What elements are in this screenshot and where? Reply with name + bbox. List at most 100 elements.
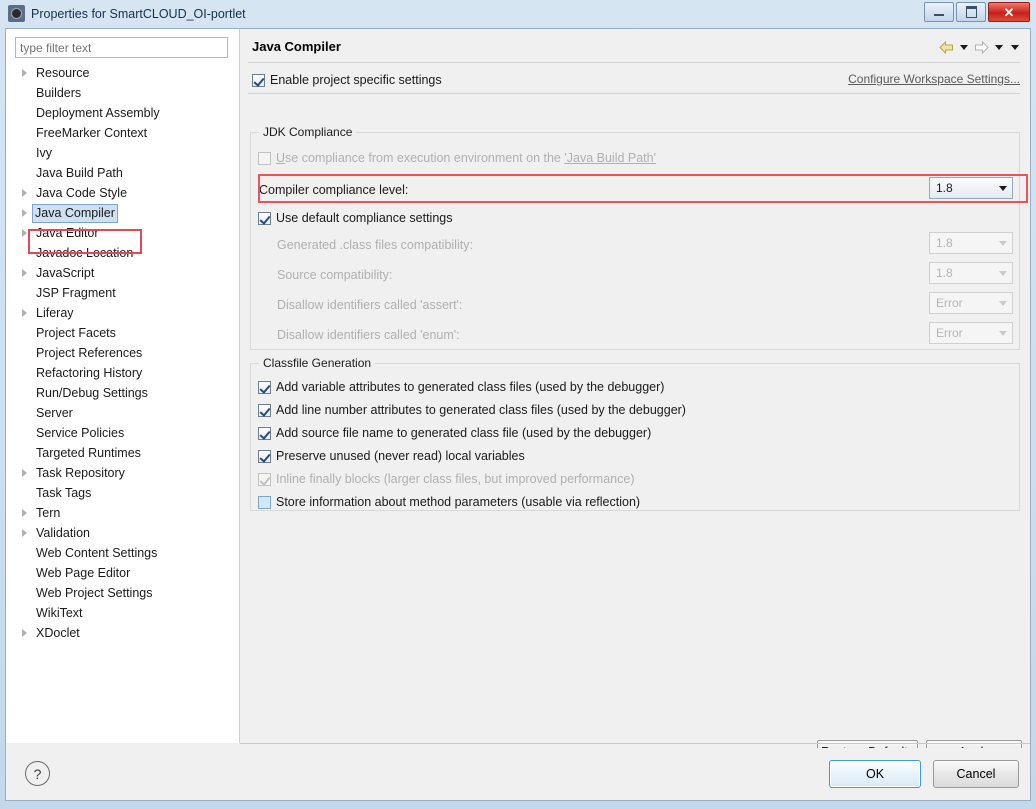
inline-finally-blocks-checkbox[interactable]	[258, 472, 271, 486]
java-build-path-link[interactable]: 'Java Build Path'	[564, 151, 656, 165]
add-source-file-name-row[interactable]: Add source file name to generated class …	[258, 424, 651, 442]
disallow-enum-combobox[interactable]: Error	[929, 322, 1013, 344]
sidebar-item-ivy[interactable]: Ivy	[6, 143, 239, 163]
sidebar-item-task-repository[interactable]: Task Repository	[6, 463, 239, 483]
chevron-right-icon[interactable]	[22, 209, 27, 217]
generated-class-files-compatibility-combobox[interactable]: 1.8	[929, 232, 1013, 254]
sidebar-item-label: Server	[36, 406, 73, 420]
use-default-compliance-settings-label: Use default compliance settings	[276, 211, 453, 225]
sidebar-item-freemarker-context[interactable]: FreeMarker Context	[6, 123, 239, 143]
disallow-assert-combobox[interactable]: Error	[929, 292, 1013, 314]
sidebar-item-label: Task Repository	[36, 466, 125, 480]
chevron-right-icon[interactable]	[22, 229, 27, 237]
source-compatibility-value: 1.8	[936, 266, 953, 280]
sidebar-item-xdoclet[interactable]: XDoclet	[6, 623, 239, 643]
sidebar-item-label: Project Facets	[36, 326, 116, 340]
chevron-right-icon[interactable]	[22, 469, 27, 477]
add-variable-attributes-checkbox[interactable]	[258, 380, 271, 394]
preserve-unused-locals-checkbox[interactable]	[258, 449, 271, 463]
page-menu-caret-down-icon[interactable]	[1011, 44, 1019, 50]
chevron-right-icon[interactable]	[22, 529, 27, 537]
sidebar-item-java-compiler[interactable]: Java Compiler	[6, 203, 239, 224]
sidebar-item-resource[interactable]: Resource	[6, 63, 239, 83]
settings-tree-panel: Resource Builders Deployment Assembly FreeM…	[6, 29, 240, 743]
sidebar-item-label: Liferay	[36, 306, 74, 320]
sidebar-item-label: Web Content Settings	[36, 546, 158, 560]
preserve-unused-locals-label: Preserve unused (never read) local varia…	[276, 449, 525, 463]
sidebar-item-run-debug-settings[interactable]: Run/Debug Settings	[6, 383, 239, 403]
sidebar-item-refactoring-history[interactable]: Refactoring History	[6, 363, 239, 383]
sidebar-item-java-build-path[interactable]: Java Build Path	[6, 163, 239, 183]
sidebar-item-javadoc-location[interactable]: Javadoc Location	[6, 243, 239, 263]
chevron-right-icon[interactable]	[22, 269, 27, 277]
add-line-number-attributes-row[interactable]: Add line number attributes to generated …	[258, 401, 686, 419]
chevron-right-icon[interactable]	[22, 189, 27, 197]
forward-arrow-icon[interactable]	[973, 40, 990, 55]
use-execution-environment-label-text: se compliance from execution environment…	[285, 151, 565, 165]
close-button[interactable]: ✕	[988, 2, 1030, 22]
add-variable-attributes-row[interactable]: Add variable attributes to generated cla…	[258, 378, 664, 396]
back-dropdown-caret-down-icon[interactable]	[960, 44, 968, 50]
add-source-file-name-label: Add source file name to generated class …	[276, 426, 652, 440]
sidebar-item-targeted-runtimes[interactable]: Targeted Runtimes	[6, 443, 239, 463]
use-execution-environment-checkbox[interactable]	[258, 151, 271, 165]
forward-dropdown-caret-down-icon[interactable]	[995, 44, 1003, 50]
minimize-button[interactable]	[924, 2, 954, 22]
sidebar-item-javascript[interactable]: JavaScript	[6, 263, 239, 283]
store-method-parameters-row[interactable]: Store information about method parameter…	[258, 493, 640, 511]
sidebar-item-wikitext[interactable]: WikiText	[6, 603, 239, 623]
inline-finally-blocks-row[interactable]: Inline finally blocks (larger class file…	[258, 470, 634, 488]
generated-class-files-compatibility-value: 1.8	[936, 236, 953, 250]
sidebar-item-label: Deployment Assembly	[36, 106, 160, 120]
sidebar-item-label: Targeted Runtimes	[36, 446, 141, 460]
chevron-right-icon[interactable]	[22, 629, 27, 637]
sidebar-item-jsp-fragment[interactable]: JSP Fragment	[6, 283, 239, 303]
chevron-right-icon[interactable]	[22, 509, 27, 517]
maximize-button[interactable]	[956, 2, 986, 22]
use-default-compliance-settings-row[interactable]: Use default compliance settings	[258, 209, 452, 227]
title-bar: Properties for SmartCLOUD_OI-portlet ✕	[0, 0, 1036, 28]
enable-row-divider	[248, 93, 1020, 94]
inline-finally-blocks-label: Inline finally blocks (larger class file…	[276, 472, 635, 486]
sidebar-item-project-references[interactable]: Project References	[6, 343, 239, 363]
sidebar-item-java-code-style[interactable]: Java Code Style	[6, 183, 239, 203]
sidebar-item-project-facets[interactable]: Project Facets	[6, 323, 239, 343]
sidebar-item-label: JavaScript	[36, 266, 95, 280]
properties-dialog-icon	[8, 5, 25, 22]
filter-input[interactable]	[15, 37, 228, 58]
sidebar-item-tern[interactable]: Tern	[6, 503, 239, 523]
use-default-compliance-settings-checkbox[interactable]	[258, 211, 271, 225]
add-source-file-name-checkbox[interactable]	[258, 426, 271, 440]
sidebar-item-label: Task Tags	[36, 486, 92, 500]
compiler-compliance-level-value: 1.8	[936, 181, 953, 195]
help-icon[interactable]: ?	[25, 761, 50, 786]
cancel-button[interactable]: Cancel	[933, 760, 1019, 788]
source-compatibility-combobox[interactable]: 1.8	[929, 262, 1013, 284]
sidebar-item-task-tags[interactable]: Task Tags	[6, 483, 239, 503]
sidebar-item-web-project-settings[interactable]: Web Project Settings	[6, 583, 239, 603]
compiler-compliance-level-label: Compiler compliance level:	[259, 183, 409, 197]
sidebar-item-builders[interactable]: Builders	[6, 83, 239, 103]
sidebar-item-validation[interactable]: Validation	[6, 523, 239, 543]
compiler-compliance-level-combobox[interactable]: 1.8	[929, 177, 1013, 199]
add-line-number-attributes-checkbox[interactable]	[258, 403, 271, 417]
enable-project-specific-settings-checkbox[interactable]	[252, 73, 265, 87]
sidebar-item-service-policies[interactable]: Service Policies	[6, 423, 239, 443]
store-method-parameters-checkbox[interactable]	[258, 495, 271, 509]
chevron-right-icon[interactable]	[22, 69, 27, 77]
chevron-down-icon	[994, 233, 1012, 253]
sidebar-item-server[interactable]: Server	[6, 403, 239, 423]
sidebar-item-web-page-editor[interactable]: Web Page Editor	[6, 563, 239, 583]
preserve-unused-locals-row[interactable]: Preserve unused (never read) local varia…	[258, 447, 525, 465]
sidebar-item-deployment-assembly[interactable]: Deployment Assembly	[6, 103, 239, 123]
sidebar-item-java-editor[interactable]: Java Editor	[6, 223, 239, 243]
sidebar-item-liferay[interactable]: Liferay	[6, 303, 239, 323]
enable-project-specific-settings-row[interactable]: Enable project specific settings	[252, 71, 442, 89]
use-execution-environment-row[interactable]: Use compliance from execution environmen…	[258, 149, 656, 167]
chevron-right-icon[interactable]	[22, 309, 27, 317]
settings-tree[interactable]: Resource Builders Deployment Assembly FreeM…	[6, 63, 239, 739]
back-arrow-icon[interactable]	[938, 40, 955, 55]
ok-button[interactable]: OK	[829, 760, 921, 788]
configure-workspace-settings-link[interactable]: Configure Workspace Settings...	[848, 72, 1020, 86]
sidebar-item-web-content-settings[interactable]: Web Content Settings	[6, 543, 239, 563]
